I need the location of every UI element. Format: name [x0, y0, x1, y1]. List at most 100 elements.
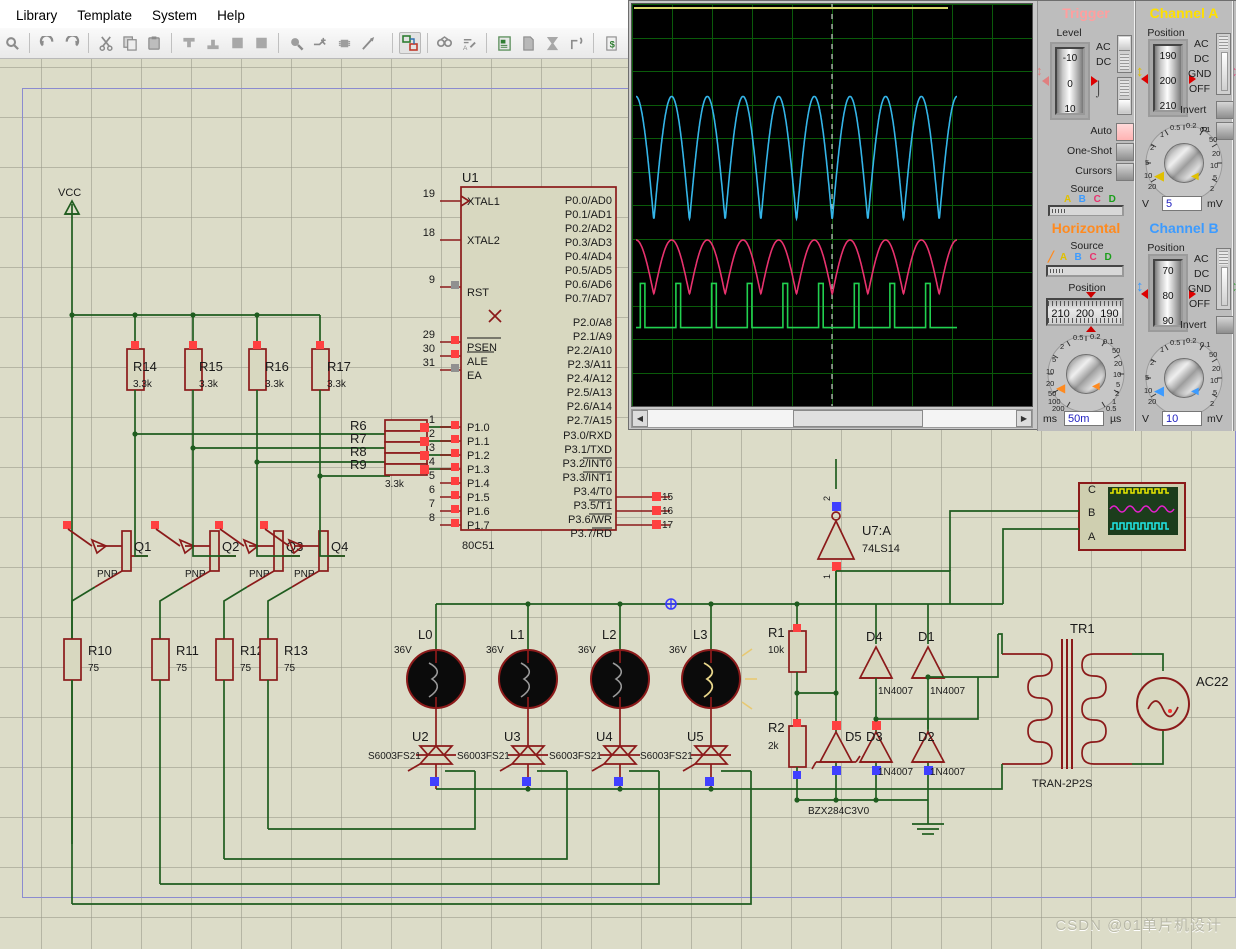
horizontal-pos-tick-2: 190: [1100, 308, 1119, 320]
timebase-pointer-left: ◀: [1056, 381, 1066, 395]
channel-b-gain-dial[interactable]: ◀ ◀ 0.5 0.2 0.1 1 50 2 20 5 10 10 5 20 2: [1144, 336, 1224, 417]
channel-a-invert-button[interactable]: [1216, 101, 1234, 119]
trigger-level-updown-arrow[interactable]: ↕: [1036, 63, 1043, 78]
trigger-source-b[interactable]: B: [1079, 194, 1086, 205]
svg-text:S6003FS21: S6003FS21: [640, 751, 693, 762]
svg-text:3.3k: 3.3k: [327, 379, 347, 390]
timebase-unit-right: µs: [1110, 413, 1122, 425]
svg-text:U2: U2: [412, 729, 429, 744]
trigger-source-a[interactable]: A: [1064, 194, 1071, 205]
toggle-netlist-icon[interactable]: [399, 32, 421, 54]
scroll-track[interactable]: [648, 410, 1016, 427]
svg-text:80C51: 80C51: [462, 540, 494, 552]
property-assignment-icon[interactable]: A: [458, 32, 480, 54]
svg-text:R2: R2: [768, 720, 785, 735]
svg-text:18: 18: [423, 227, 435, 239]
scroll-left-button[interactable]: ◀: [632, 410, 648, 427]
trigger-header: Trigger: [1038, 1, 1134, 25]
svg-text:2: 2: [429, 428, 435, 440]
svg-text:1N4007: 1N4007: [878, 767, 913, 778]
svg-text:3.3k: 3.3k: [199, 379, 219, 390]
emitter-R11: R11 75: [151, 638, 199, 884]
trigger-source-d[interactable]: D: [1109, 194, 1116, 205]
menu-item-library[interactable]: Library: [6, 6, 67, 28]
trigger-level-tick-1: 0: [1067, 79, 1073, 90]
new-sheet-icon[interactable]: [517, 32, 539, 54]
search-tag-icon[interactable]: [434, 32, 456, 54]
trigger-level-marker-left: [1042, 76, 1049, 86]
channel-b-invert-button[interactable]: [1216, 316, 1234, 334]
scroll-thumb[interactable]: [793, 410, 923, 427]
channel-a-gain-value[interactable]: 5: [1162, 196, 1202, 211]
oscilloscope-window[interactable]: ◀ ▶ Trigger Level -10 0 10 ↕ AC DC ⌡ Aut…: [628, 0, 1236, 431]
horizontal-source-c[interactable]: C: [1089, 252, 1096, 263]
horizontal-source-b[interactable]: B: [1074, 252, 1081, 263]
svg-text:PNP: PNP: [185, 569, 206, 580]
block-rotate-icon[interactable]: [226, 32, 248, 54]
trigger-coupling-switch[interactable]: [1117, 35, 1132, 73]
trigger-level-drum[interactable]: -10 0 10: [1050, 42, 1090, 120]
remove-sheet-icon[interactable]: [541, 32, 563, 54]
menu-item-system[interactable]: System: [142, 6, 207, 28]
block-delete-icon[interactable]: [250, 32, 272, 54]
diode-D3: D3 1N4007: [858, 719, 913, 778]
trigger-edge-icon: ⌡: [1094, 80, 1104, 97]
emitter-R12: R12 75: [215, 638, 264, 859]
timebase-value[interactable]: 50m: [1064, 411, 1104, 426]
decompose-icon[interactable]: [357, 32, 379, 54]
timebase-dial[interactable]: ◀ ◀ 0.5 0.2 0.1 2 50 5 20 10 10 20 5 50 …: [1046, 332, 1126, 414]
horizontal-source-d[interactable]: D: [1104, 252, 1111, 263]
trigger-auto-button[interactable]: [1116, 123, 1134, 141]
trigger-edge-switch[interactable]: [1117, 77, 1132, 115]
svg-text:36V: 36V: [578, 645, 596, 656]
svg-text:2: 2: [822, 496, 832, 501]
svg-text:P3.6/WR: P3.6/WR: [568, 514, 612, 526]
channel-a-pos-tick-0: 190: [1159, 51, 1177, 62]
scope-screen[interactable]: [631, 3, 1033, 407]
horizontal-source-label: Source: [1070, 240, 1104, 252]
vcc-symbol: VCC: [58, 187, 81, 844]
ground-symbol: [912, 800, 944, 835]
packaging-tool-icon[interactable]: [333, 32, 355, 54]
channel-b-coupling-switch[interactable]: [1216, 248, 1231, 310]
design-explorer-icon[interactable]: [493, 32, 515, 54]
horizontal-source-a[interactable]: A: [1060, 252, 1067, 263]
paste-icon[interactable]: [143, 32, 165, 54]
scroll-right-button[interactable]: ▶: [1016, 410, 1032, 427]
lamp-L2: L2 36V: [578, 604, 650, 709]
trigger-cursors-button[interactable]: [1116, 163, 1134, 181]
make-device-icon[interactable]: [309, 32, 331, 54]
channel-a-gain-dial[interactable]: ◀ ◀ 0.5 0.2 0.1 1 50 2 20 5 10 10 5 20 2: [1144, 121, 1224, 202]
svg-text:U4: U4: [596, 729, 613, 744]
undo-icon[interactable]: [36, 32, 58, 54]
channel-a-coupling-switch[interactable]: [1216, 33, 1231, 95]
channel-b-gain-value[interactable]: 10: [1162, 411, 1202, 426]
trigger-oneshot-button[interactable]: [1116, 143, 1134, 161]
svg-text:1N4007: 1N4007: [930, 767, 965, 778]
svg-text:P1.2: P1.2: [467, 450, 490, 462]
bill-of-materials-icon[interactable]: $: [600, 32, 622, 54]
scope-horizontal-scrollbar[interactable]: ◀ ▶: [631, 409, 1033, 428]
exit-sheet-icon[interactable]: [565, 32, 587, 54]
svg-text:Q4: Q4: [331, 539, 348, 554]
channel-b-gain-pointer-right: ◀: [1191, 386, 1199, 397]
redo-icon[interactable]: [60, 32, 82, 54]
horizontal-source-slider[interactable]: [1046, 265, 1124, 277]
trigger-source-c[interactable]: C: [1094, 194, 1101, 205]
block-copy-icon[interactable]: [178, 32, 200, 54]
horizontal-position-window[interactable]: 210 200 190: [1046, 298, 1124, 326]
svg-text:P2.1/A9: P2.1/A9: [573, 331, 612, 343]
menu-item-template[interactable]: Template: [67, 6, 142, 28]
pick-device-icon[interactable]: [285, 32, 307, 54]
horizontal-panel: Horizontal Source ╱ A B C D Position 210…: [1037, 216, 1135, 431]
zoom-tool-icon[interactable]: [1, 32, 23, 54]
svg-text:P2.0/A8: P2.0/A8: [573, 317, 612, 329]
block-move-icon[interactable]: [202, 32, 224, 54]
channel-a-header: Channel A: [1136, 1, 1232, 25]
menu-item-help[interactable]: Help: [207, 6, 255, 28]
emitter-R10: R10 75: [63, 638, 112, 904]
copy-icon[interactable]: [119, 32, 141, 54]
cut-icon[interactable]: [95, 32, 117, 54]
svg-text:1: 1: [429, 414, 435, 426]
svg-text:2k: 2k: [768, 741, 780, 752]
